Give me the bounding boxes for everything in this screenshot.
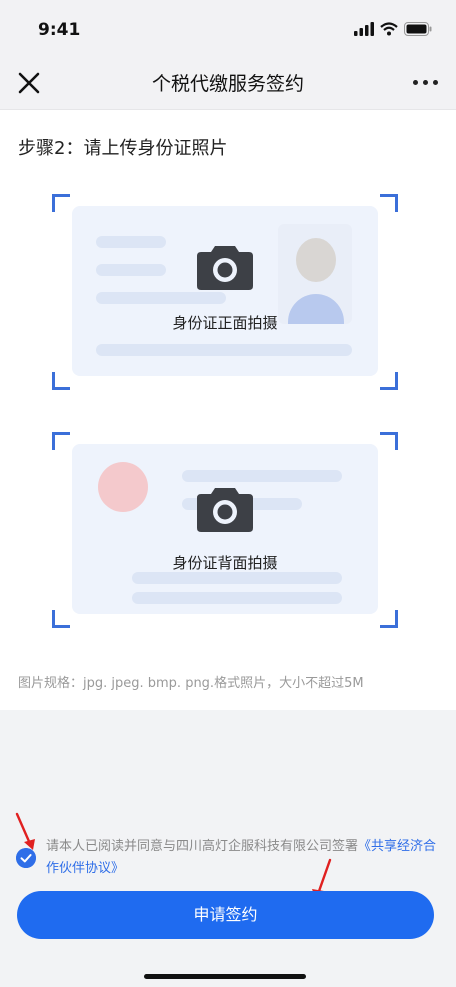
- camera-icon: [197, 246, 253, 290]
- frame-corner: [52, 610, 70, 628]
- frame-corner: [52, 194, 70, 212]
- upload-panel: 步骤2：请上传身份证照片 身份证正面拍摄 身份证背面拍摄 图片规格：jpg. j…: [0, 110, 456, 710]
- frame-corner: [52, 372, 70, 390]
- wifi-icon: [380, 22, 398, 36]
- status-icons: [354, 22, 432, 36]
- portrait-placeholder: [278, 224, 352, 324]
- back-card-label: 身份证背面拍摄: [172, 554, 278, 572]
- id-front-upload[interactable]: 身份证正面拍摄: [52, 194, 398, 390]
- status-bar: 9:41: [0, 0, 456, 60]
- emblem-placeholder: [98, 462, 148, 512]
- page-title: 个税代缴服务签约: [151, 73, 304, 95]
- frame-corner: [380, 432, 398, 450]
- battery-icon: [404, 22, 432, 36]
- frame-corner: [52, 432, 70, 450]
- frame-corner: [380, 610, 398, 628]
- agreement-row: 请本人已阅读并同意与四川高灯企服科技有限公司签署《共享经济合作伙伴协议》: [16, 836, 436, 886]
- home-indicator: [144, 974, 306, 979]
- agreement-statement: 请本人已阅读并同意与四川高灯企服科技有限公司签署: [46, 839, 359, 854]
- status-time: 9:41: [38, 20, 81, 40]
- id-card-back-placeholder: 身份证背面拍摄: [72, 444, 378, 614]
- step-title: 步骤2：请上传身份证照片: [18, 138, 228, 159]
- front-card-label: 身份证正面拍摄: [172, 314, 278, 332]
- agreement-text: 请本人已阅读并同意与四川高灯企服科技有限公司签署《共享经济合作伙伴协议》: [46, 836, 440, 880]
- id-back-upload[interactable]: 身份证背面拍摄: [52, 432, 398, 628]
- annotation-arrow-icon: [15, 812, 35, 850]
- camera-icon: [197, 488, 253, 532]
- frame-corner: [380, 372, 398, 390]
- frame-corner: [380, 194, 398, 212]
- more-icon[interactable]: [413, 80, 438, 85]
- nav-bar: 个税代缴服务签约: [0, 56, 456, 110]
- signal-icon: [354, 22, 374, 36]
- image-spec-hint: 图片规格：jpg. jpeg. bmp. png.格式照片，大小不超过5M: [18, 676, 364, 691]
- apply-sign-button[interactable]: 申请签约: [17, 891, 434, 939]
- id-card-front-placeholder: 身份证正面拍摄: [72, 206, 378, 376]
